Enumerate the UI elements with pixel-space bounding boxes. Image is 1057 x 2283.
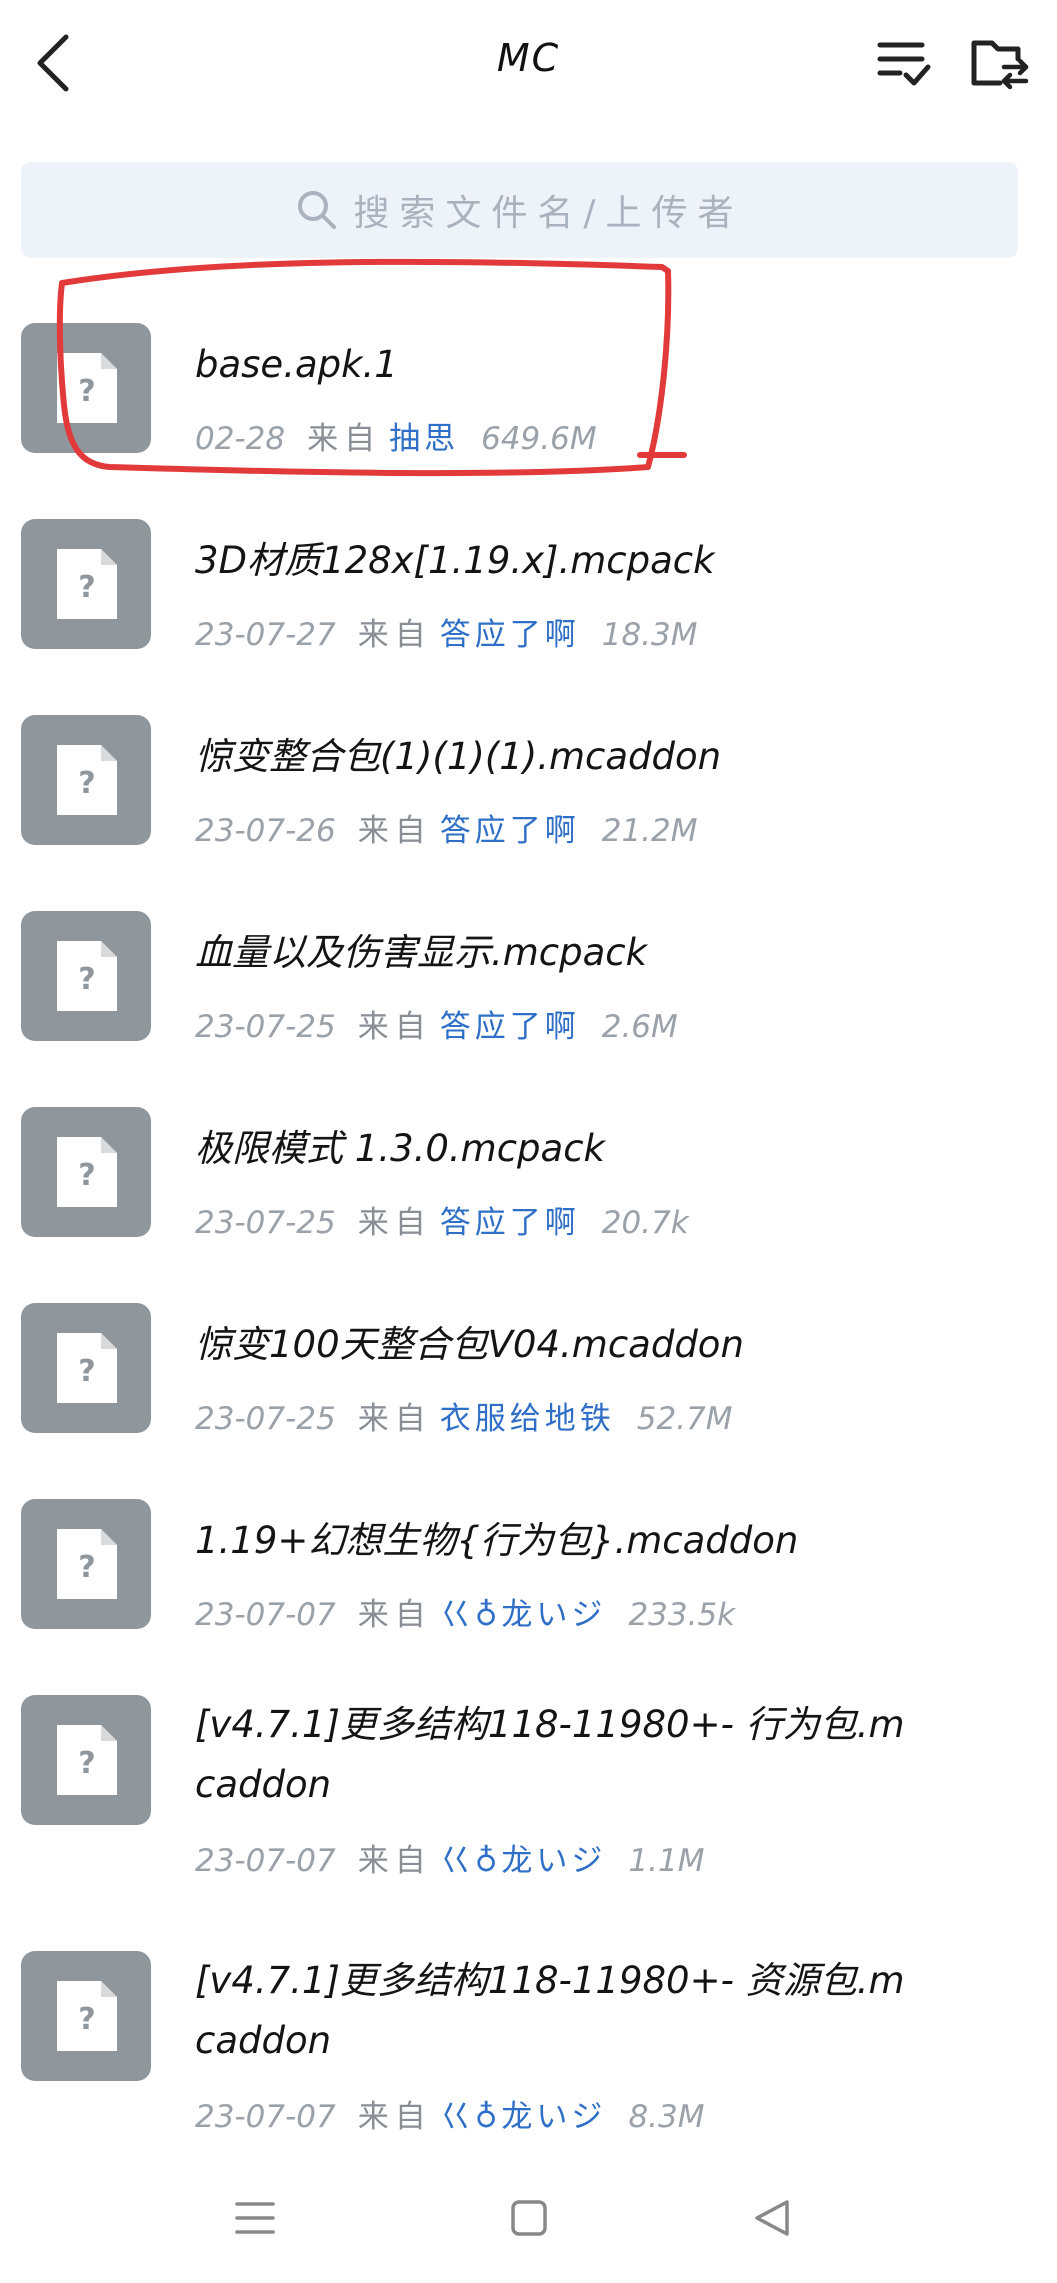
unknown-file-icon: ? — [57, 1981, 117, 2051]
unknown-file-icon: ? — [57, 353, 117, 423]
file-name: [v4.7.1]更多结构118-11980+- 行为包.mcaddon — [195, 1703, 905, 1806]
from-label: 来自 — [357, 1009, 432, 1045]
file-size: 8.3M — [628, 2099, 705, 2135]
svg-text:?: ? — [78, 1354, 95, 1389]
svg-text:?: ? — [78, 570, 95, 605]
file-date: 23-07-25 — [195, 1205, 336, 1241]
file-thumbnail: ? — [21, 1499, 151, 1629]
uploader-link[interactable]: 答应了啊 — [440, 1205, 580, 1241]
uploader-link[interactable]: 巜♁龙いジ — [440, 1597, 607, 1633]
file-date: 23-07-25 — [195, 1009, 336, 1045]
unknown-file-icon: ? — [57, 1137, 117, 1207]
from-label: 来自 — [357, 1597, 432, 1633]
unknown-file-icon: ? — [57, 745, 117, 815]
file-meta: 23-07-07 来自 巜♁龙いジ 1.1M — [195, 1835, 726, 1880]
svg-text:?: ? — [78, 1746, 95, 1781]
file-thumbnail: ? — [21, 1303, 151, 1433]
file-thumbnail: ? — [21, 519, 151, 649]
search-placeholder: 搜索文件名/上传者 — [353, 193, 744, 234]
file-name: 3D材质128x[1.19.x].mcpack — [195, 539, 715, 582]
nav-menu-button[interactable] — [220, 2183, 290, 2253]
search-bar[interactable]: 搜索文件名/上传者 — [21, 162, 1018, 258]
from-label: 来自 — [357, 2099, 432, 2135]
unknown-file-icon: ? — [57, 549, 117, 619]
svg-text:?: ? — [78, 1550, 95, 1585]
file-date: 23-07-07 — [195, 1597, 336, 1633]
square-home-icon — [511, 2200, 547, 2236]
file-meta: 23-07-27 来自 答应了啊 18.3M — [195, 609, 720, 654]
file-thumbnail: ? — [21, 911, 151, 1041]
nav-back-button[interactable] — [736, 2183, 806, 2253]
triangle-back-icon — [755, 2200, 789, 2236]
file-meta: 23-07-07 来自 巜♁龙いジ 8.3M — [195, 2091, 726, 2136]
svg-text:?: ? — [78, 766, 95, 801]
file-meta: 23-07-25 来自 答应了啊 2.6M — [195, 1001, 700, 1046]
file-date: 23-07-26 — [195, 813, 336, 849]
file-thumbnail: ? — [21, 715, 151, 845]
file-date: 23-07-07 — [195, 1843, 336, 1879]
unknown-file-icon: ? — [57, 1529, 117, 1599]
system-nav-bar — [0, 2153, 1057, 2283]
file-thumbnail: ? — [21, 323, 151, 453]
from-label: 来自 — [357, 1401, 432, 1437]
uploader-link[interactable]: 巜♁龙いジ — [440, 1843, 607, 1879]
file-size: 233.5k — [628, 1597, 736, 1633]
file-name: 1.19+幻想生物{行为包}.mcaddon — [195, 1519, 799, 1562]
menu-icon — [235, 2202, 275, 2234]
uploader-link[interactable]: 答应了啊 — [440, 1009, 580, 1045]
multi-select-icon — [877, 42, 931, 86]
file-thumbnail: ? — [21, 1695, 151, 1825]
uploader-link[interactable]: 答应了啊 — [440, 617, 580, 653]
file-size: 2.6M — [601, 1009, 678, 1045]
file-name: 血量以及伤害显示.mcpack — [195, 931, 648, 974]
file-date: 23-07-25 — [195, 1401, 336, 1437]
from-label: 来自 — [307, 421, 382, 457]
file-size: 649.6M — [481, 421, 597, 457]
file-size: 1.1M — [628, 1843, 705, 1879]
file-meta: 02-28 来自 抽思 649.6M — [195, 413, 619, 458]
top-bar: MC — [0, 0, 1057, 130]
file-size: 18.3M — [601, 617, 698, 653]
file-meta: 23-07-07 来自 巜♁龙いジ 233.5k — [195, 1589, 757, 1634]
from-label: 来自 — [357, 617, 432, 653]
folder-transfer-button[interactable] — [968, 30, 1032, 96]
file-date: 23-07-07 — [195, 2099, 336, 2135]
file-size: 52.7M — [636, 1401, 733, 1437]
file-name: [v4.7.1]更多结构118-11980+- 资源包.mcaddon — [195, 1959, 905, 2062]
file-size: 21.2M — [601, 813, 698, 849]
file-date: 02-28 — [195, 421, 286, 457]
file-date: 23-07-27 — [195, 617, 336, 653]
file-meta: 23-07-25 来自 答应了啊 20.7k — [195, 1197, 711, 1242]
unknown-file-icon: ? — [57, 941, 117, 1011]
folder-transfer-icon — [971, 40, 1029, 90]
file-meta: 23-07-26 来自 答应了啊 21.2M — [195, 805, 720, 850]
svg-text:?: ? — [78, 2002, 95, 2037]
uploader-link[interactable]: 巜♁龙いジ — [440, 2099, 607, 2135]
nav-home-button[interactable] — [494, 2183, 564, 2253]
uploader-link[interactable]: 答应了啊 — [440, 813, 580, 849]
file-name: base.apk.1 — [195, 343, 398, 386]
unknown-file-icon: ? — [57, 1725, 117, 1795]
from-label: 来自 — [357, 813, 432, 849]
file-name: 极限模式 1.3.0.mcpack — [195, 1127, 605, 1170]
file-meta: 23-07-25 来自 衣服给地铁 52.7M — [195, 1393, 755, 1438]
multi-select-button[interactable] — [872, 30, 936, 96]
from-label: 来自 — [357, 1205, 432, 1241]
unknown-file-icon: ? — [57, 1333, 117, 1403]
uploader-link[interactable]: 衣服给地铁 — [440, 1401, 615, 1437]
search-icon — [295, 188, 339, 232]
file-name: 惊变整合包(1)(1)(1).mcaddon — [195, 735, 722, 778]
file-name: 惊变100天整合包V04.mcaddon — [195, 1323, 744, 1366]
svg-text:?: ? — [78, 1158, 95, 1193]
svg-text:?: ? — [78, 374, 95, 409]
svg-text:?: ? — [78, 962, 95, 997]
file-size: 20.7k — [601, 1205, 689, 1241]
from-label: 来自 — [357, 1843, 432, 1879]
file-thumbnail: ? — [21, 1107, 151, 1237]
uploader-link[interactable]: 抽思 — [389, 421, 459, 457]
file-thumbnail: ? — [21, 1951, 151, 2081]
